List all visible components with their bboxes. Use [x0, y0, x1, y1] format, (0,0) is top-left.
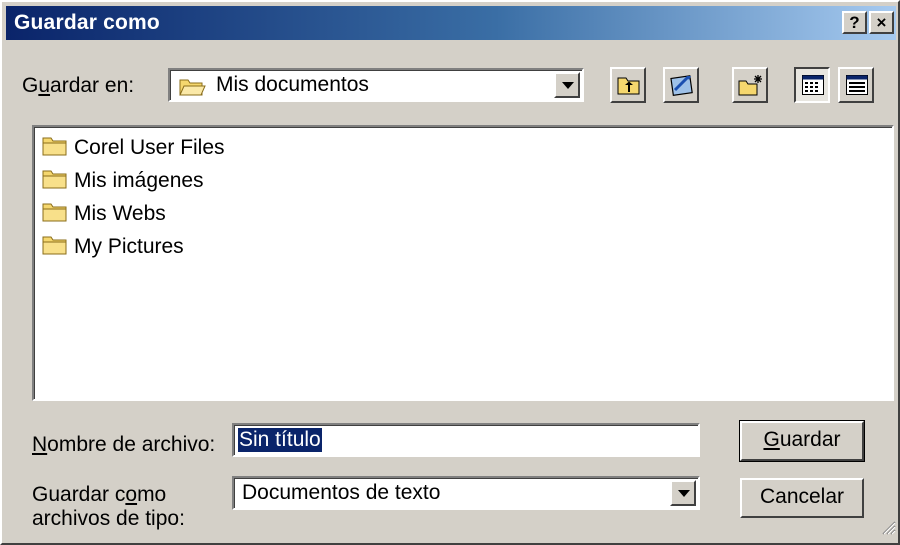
up-one-level-button[interactable] [610, 67, 646, 103]
location-dropdown-arrow[interactable] [554, 72, 580, 98]
filename-value: Sin título [238, 428, 322, 452]
location-value: Mis documentos [216, 73, 369, 96]
new-folder-icon [738, 73, 764, 103]
desktop-icon [670, 73, 694, 103]
folder-icon [42, 200, 68, 228]
cancel-button[interactable]: Cancelar [740, 478, 864, 518]
file-name: Mis Webs [74, 202, 166, 225]
save-as-dialog: Guardar como ? × Guardar en: Mis documen… [0, 0, 900, 545]
list-item[interactable]: Corel User Files [42, 133, 225, 163]
open-folder-icon [178, 74, 206, 104]
help-button[interactable]: ? [842, 11, 867, 34]
filetype-dropdown-arrow[interactable] [670, 480, 696, 506]
details-view-icon [846, 75, 868, 101]
close-button[interactable]: × [869, 11, 894, 34]
list-view-button[interactable] [794, 67, 830, 103]
resize-grip-icon[interactable] [880, 517, 896, 541]
up-folder-icon [617, 74, 641, 102]
file-name: Mis imágenes [74, 169, 204, 192]
filename-label: Nombre de archivo: [32, 433, 216, 456]
file-name: My Pictures [74, 235, 184, 258]
save-button[interactable]: Guardar [739, 420, 865, 462]
desktop-button[interactable] [663, 67, 699, 103]
list-item[interactable]: Mis Webs [42, 199, 166, 229]
title-bar[interactable]: Guardar como ? × [6, 6, 896, 40]
folder-icon [42, 233, 68, 261]
create-new-folder-button[interactable] [732, 67, 768, 103]
file-name: Corel User Files [74, 136, 225, 159]
list-item[interactable]: Mis imágenes [42, 166, 204, 196]
location-combo[interactable]: Mis documentos [168, 68, 584, 102]
filename-input[interactable]: Sin título [232, 423, 700, 457]
filetype-combo[interactable]: Documentos de texto [232, 476, 700, 510]
filetype-value: Documentos de texto [242, 481, 441, 504]
folder-icon [42, 167, 68, 195]
filetype-label: Guardar como archivos de tipo: [32, 483, 185, 530]
details-view-button[interactable] [838, 67, 874, 103]
dialog-title: Guardar como [14, 11, 160, 34]
file-list[interactable]: Corel User Files Mis imágenes Mis Webs M… [32, 125, 894, 401]
location-label: Guardar en: [22, 74, 135, 97]
list-item[interactable]: My Pictures [42, 232, 184, 262]
folder-icon [42, 134, 68, 162]
list-view-icon [802, 75, 824, 101]
